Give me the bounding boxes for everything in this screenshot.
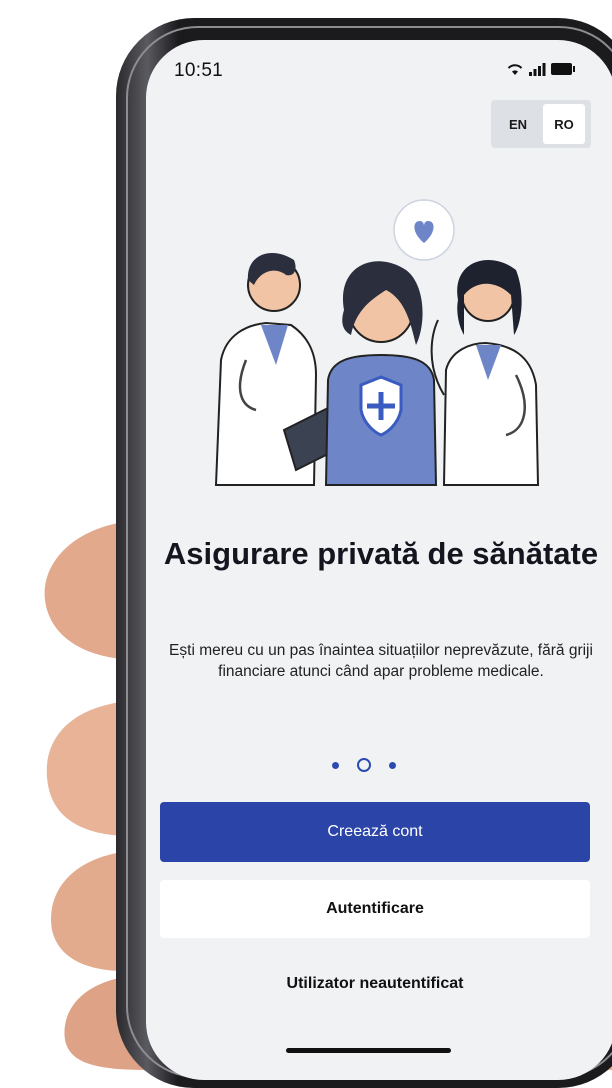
login-button[interactable]: Autentificare: [160, 880, 590, 938]
language-toggle: EN RO: [491, 100, 591, 148]
pager-dot-active[interactable]: [357, 758, 371, 772]
language-option-ro[interactable]: RO: [543, 104, 585, 144]
pager-dots: [332, 758, 396, 772]
patient-figure: [324, 261, 438, 486]
guest-user-link[interactable]: Utilizator neautentificat: [146, 975, 604, 993]
pager-dot[interactable]: [389, 761, 396, 769]
heart-bubble-icon: [393, 199, 455, 261]
signal-icon: [529, 63, 546, 76]
page-title: Asigurare privată de sănătate: [163, 536, 599, 571]
status-icons: [506, 62, 576, 76]
page-description: Ești mereu cu un pas înaintea situațiilo…: [169, 642, 593, 680]
status-time: 10:51: [174, 60, 224, 81]
battery-icon: [551, 63, 575, 75]
language-option-en[interactable]: EN: [497, 104, 539, 144]
app-screen: 10:51 EN RO Asigurare privată de sănătat…: [146, 40, 612, 1080]
create-account-button[interactable]: Creează cont: [160, 802, 590, 862]
female-doctor-figure: [430, 260, 540, 486]
doctors-illustration: [214, 199, 540, 486]
home-indicator: [286, 1048, 451, 1053]
pager-dot[interactable]: [332, 761, 339, 769]
wifi-icon: [507, 64, 523, 75]
